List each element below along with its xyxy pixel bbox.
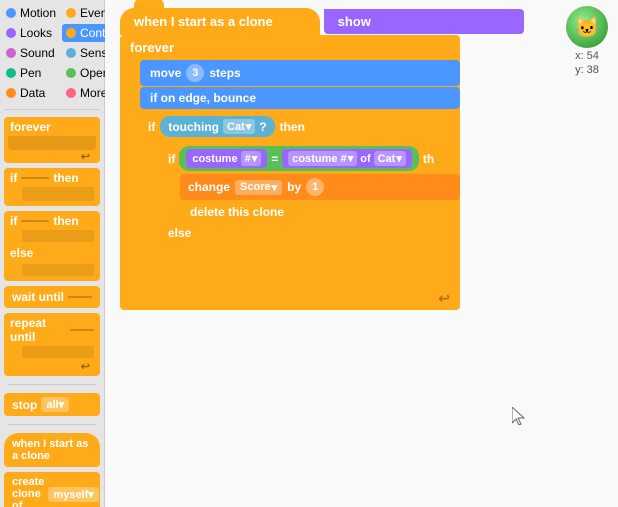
change-score-block[interactable]: change Score▾ by 1 [180,174,460,200]
more-dot [66,88,76,98]
sidebar-if-else-block[interactable]: if then else [4,211,100,281]
if-touching-block[interactable]: if touching Cat▾ ? then [140,110,460,287]
forever-block[interactable]: forever move 3 steps if on edge, bounce [120,35,460,310]
script-area: when I start as a clone show forever mov… [120,8,618,310]
if-on-edge-block[interactable]: if on edge, bounce [140,87,460,109]
move-block[interactable]: move 3 steps [140,60,460,86]
if-costume-else: else [160,223,460,243]
sidebar-blocks: forever ↩ if then if then else [0,113,104,507]
sidebar-forever-block[interactable]: forever ↩ [4,117,100,163]
show-block[interactable]: show [324,9,524,34]
sidebar-item-data[interactable]: Data [2,84,60,102]
motion-dot [6,8,16,18]
if-touching-body: if costume #▾ [160,140,460,276]
sidebar-if-block[interactable]: if then [4,168,100,206]
sidebar-item-looks[interactable]: Looks [2,24,60,42]
hat-block[interactable]: when I start as a clone [120,8,320,35]
events-dot [66,8,76,18]
sidebar-repeat-until-block[interactable]: repeat until ↩ [4,313,100,376]
category-grid: Motion Events Looks Control Sound Sensin… [0,0,104,106]
sidebar-create-clone-block[interactable]: create clone of myself▾ [4,472,100,507]
sidebar-clone-hat-block[interactable]: when I start as a clone [4,433,100,467]
sidebar-divider [4,109,100,110]
sidebar-item-pen[interactable]: Pen [2,64,60,82]
costume-eq-block[interactable]: costume #▾ = costu [179,146,419,171]
sidebar-divider-2 [8,384,96,385]
sidebar-item-motion[interactable]: Motion [2,4,60,22]
sidebar-stop-block[interactable]: stop all▾ [4,393,100,416]
main-canvas: 🐱 x: 54 y: 38 when I start as a clone sh… [105,0,618,507]
if-costume-body: change Score▾ by 1 [180,174,460,223]
forever-header: forever [120,35,460,60]
forever-body: move 3 steps if on edge, bounce if touch… [140,60,460,287]
sound-dot [6,48,16,58]
costume-of-block[interactable]: costume #▾ of Cat▾ [282,149,412,168]
cursor [512,407,528,427]
operators-dot [66,68,76,78]
touching-block[interactable]: touching Cat▾ ? [160,116,274,137]
if-costume-block[interactable]: if costume #▾ [160,140,460,276]
sidebar-divider-3 [8,424,96,425]
delete-clone-block[interactable]: delete this clone [180,201,460,223]
looks-dot [6,28,16,38]
forever-arrow: ↩ [120,287,460,310]
data-dot [6,88,16,98]
sidebar-item-sound[interactable]: Sound [2,44,60,62]
sidebar: Motion Events Looks Control Sound Sensin… [0,0,105,507]
pen-dot [6,68,16,78]
sensing-dot [66,48,76,58]
control-dot [66,28,76,38]
sidebar-wait-until-block[interactable]: wait until [4,286,100,308]
costume-num-block[interactable]: costume #▾ [186,149,267,168]
if-costume-else-body [180,243,460,265]
